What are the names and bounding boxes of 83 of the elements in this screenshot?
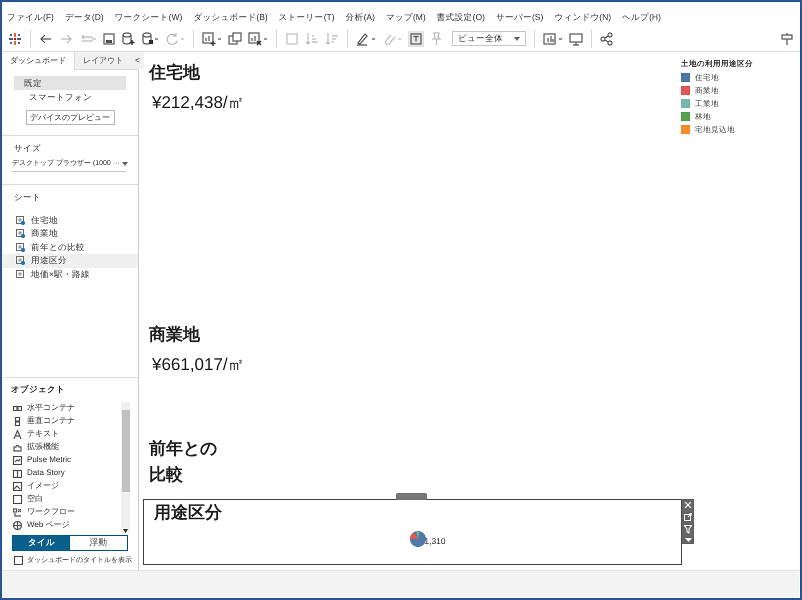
sheet-icon <box>16 270 25 279</box>
close-icon[interactable] <box>684 501 692 509</box>
show-me-icon[interactable] <box>543 32 563 46</box>
checkbox[interactable] <box>14 556 23 566</box>
section-heading: シート <box>13 190 42 204</box>
share-icon[interactable] <box>600 32 614 46</box>
object-item[interactable]: Pulse Metric <box>13 454 121 467</box>
menu-item[interactable]: データ(D) <box>64 11 104 24</box>
blank-icon <box>13 494 22 504</box>
sheet-in-use-icon <box>16 256 25 266</box>
object-item[interactable]: Data Story <box>13 466 121 480</box>
sheet-in-use-icon <box>16 229 25 238</box>
image-icon <box>13 482 22 491</box>
section-heading: オブジェクト <box>10 383 66 396</box>
sheet-item[interactable]: 住宅地 <box>2 214 138 227</box>
scrollbar[interactable] <box>121 402 130 532</box>
object-item[interactable]: イメージ <box>13 480 121 493</box>
object-item[interactable]: ワークフロー <box>13 506 121 519</box>
panel-tab[interactable]: レイアウト <box>75 52 131 69</box>
sheet-title: 用途区分 <box>154 502 223 524</box>
collapse-button[interactable]: < <box>131 52 144 69</box>
dropdown-caret-icon <box>122 162 128 166</box>
go-to-sheet-icon[interactable] <box>684 513 692 521</box>
sheet-title: 住宅地 <box>149 62 200 84</box>
sheet-item[interactable]: 商業地 <box>2 227 138 240</box>
sheet-title: 前年との比較 <box>149 438 218 486</box>
device-item[interactable]: 既定 <box>14 76 126 90</box>
sheet-item[interactable]: 用途区分 <box>2 254 138 268</box>
sheet-in-use-icon <box>16 216 25 225</box>
presentation-icon[interactable] <box>569 32 583 46</box>
book-icon <box>13 468 22 478</box>
menu-item[interactable]: 分析(A) <box>346 11 375 24</box>
new-data-source-icon[interactable] <box>121 32 135 46</box>
pulse-icon <box>13 456 22 465</box>
pen-icon[interactable] <box>356 32 376 46</box>
drag-handle[interactable] <box>396 493 427 500</box>
pie-value-label: 1,310 <box>424 535 446 548</box>
duplicate-icon[interactable] <box>228 32 242 46</box>
object-item[interactable]: 垂直コンテナ <box>13 414 121 428</box>
menu-item[interactable]: ヘルプ(H) <box>622 11 661 24</box>
filter-icon[interactable] <box>684 525 692 534</box>
menu-item[interactable]: 書式設定(O) <box>436 11 485 24</box>
vertical-container-icon <box>13 416 22 426</box>
menu-item[interactable]: ウィンドウ(N) <box>554 11 612 24</box>
menu-item[interactable]: ストーリー(T) <box>278 11 335 24</box>
kpi-value: ¥661,017/㎡ <box>152 354 245 376</box>
object-item[interactable]: 空白 <box>13 492 121 506</box>
menu-item[interactable]: サーバー(S) <box>496 11 544 24</box>
globe-icon <box>13 520 22 530</box>
kpi-value: ¥212,438/㎡ <box>152 92 245 114</box>
sheet-item[interactable]: 前年との比較 <box>2 240 138 254</box>
clear-sheet-icon[interactable] <box>248 32 268 46</box>
layout-mode-toggle[interactable]: タイル <box>13 536 70 550</box>
object-item[interactable]: テキスト <box>13 428 121 441</box>
object-item[interactable]: 水平コンテナ <box>13 402 121 415</box>
save-icon[interactable] <box>103 32 115 44</box>
sheet-item[interactable]: 地価×駅・路線 <box>2 268 138 281</box>
workflow-icon <box>13 508 22 517</box>
more-options-icon[interactable] <box>684 538 692 542</box>
object-item[interactable]: Web ページ <box>13 518 121 532</box>
data-source-pause-icon[interactable] <box>141 32 159 46</box>
horizontal-container-icon <box>13 404 22 413</box>
new-worksheet-icon[interactable] <box>202 32 222 46</box>
section-heading: サイズ <box>14 142 42 155</box>
logo-icon[interactable] <box>8 32 22 46</box>
object-item[interactable]: 拡張機能 <box>13 440 121 454</box>
device-item[interactable]: スマートフォン <box>14 90 126 104</box>
text-label-icon[interactable] <box>408 30 424 46</box>
device-preview-button[interactable]: デバイスのプレビュー <box>26 110 114 125</box>
fit-dropdown[interactable]: ビュー全体 <box>452 31 526 46</box>
panel-tab[interactable]: ダッシュボード <box>2 52 75 70</box>
sheet-title: 商業地 <box>149 324 200 346</box>
menu-item[interactable]: ファイル(F) <box>7 11 54 24</box>
menu-item[interactable]: ワークシート(W) <box>114 11 182 24</box>
scroll-down-icon <box>123 528 128 532</box>
dropdown-caret-icon <box>514 36 520 40</box>
back-icon[interactable] <box>39 32 53 46</box>
sheet-in-use-icon <box>16 242 25 252</box>
puzzle-icon <box>13 442 22 452</box>
signpost-icon[interactable] <box>780 32 794 46</box>
menu-item[interactable]: ダッシュボード(B) <box>193 11 268 24</box>
menu-item[interactable]: マップ(M) <box>386 11 426 24</box>
text-icon <box>13 430 22 439</box>
